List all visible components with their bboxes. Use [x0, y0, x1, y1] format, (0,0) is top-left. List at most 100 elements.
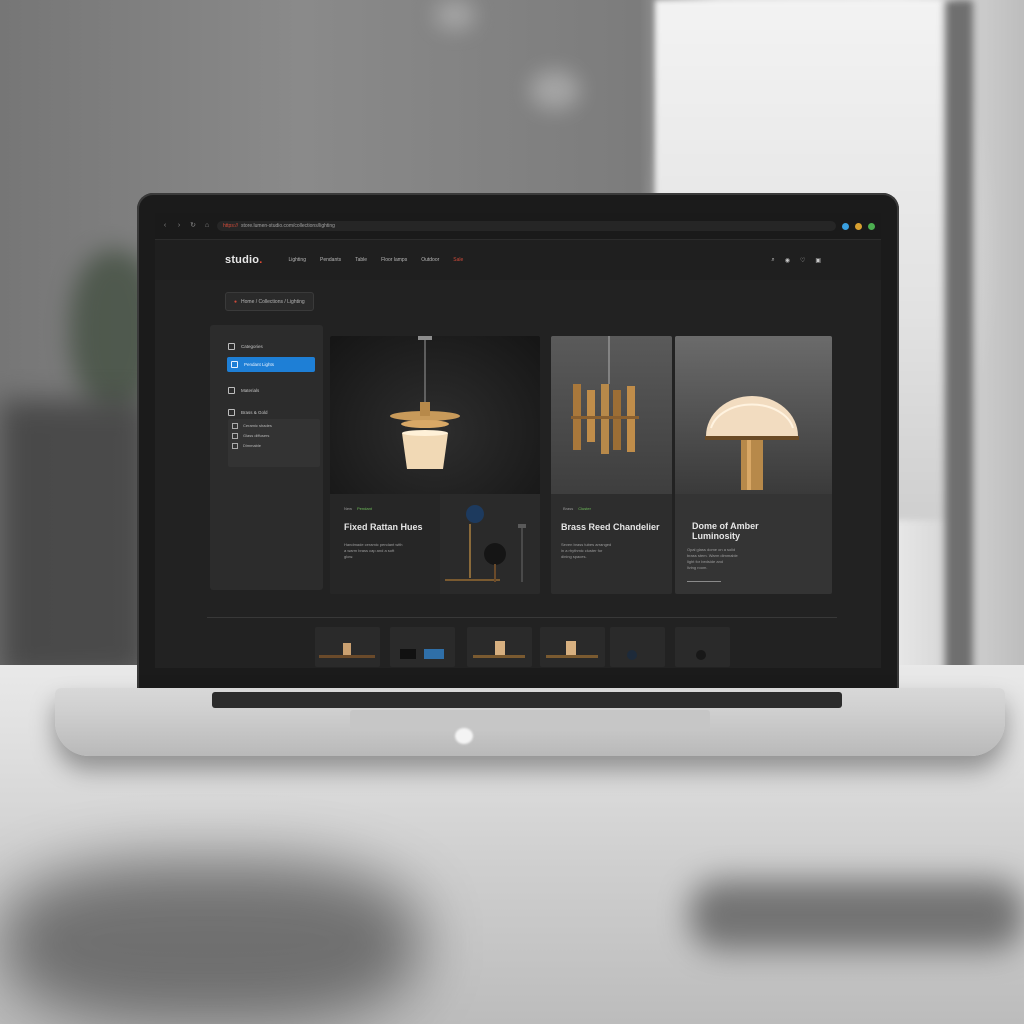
tag-label: New [344, 506, 353, 511]
card-title[interactable]: Fixed Rattan Hues [344, 522, 444, 532]
header-actions: ⌕ ◉ ♡ ▣ [771, 257, 821, 264]
card-text-line: dining spaces. [561, 554, 587, 559]
window-frame-post [945, 0, 973, 680]
breadcrumb-text: Home / Collections / Lighting [241, 298, 305, 305]
thumbnail-card[interactable] [467, 627, 532, 667]
blurred-ceiling-light [530, 70, 580, 110]
heart-icon[interactable]: ♡ [800, 257, 805, 264]
card-text-line: living room. [687, 565, 708, 570]
nav-item-floor[interactable]: Floor lamps [381, 257, 407, 263]
thumbnail-card[interactable] [390, 627, 455, 667]
sidebar-item-pendant-lights[interactable]: Pendant Lights [227, 357, 315, 372]
tag-label: Pendant [357, 506, 372, 511]
lamp-thumbnail [473, 641, 525, 658]
desk-shadow [0, 860, 420, 1024]
thumbnail-card[interactable] [610, 627, 665, 667]
breadcrumb-icon: ● [234, 298, 238, 305]
lamp-thumbnail [696, 650, 706, 660]
product-card-pendant[interactable]: New Pendant Fixed Rattan Hues Handmade c… [330, 336, 540, 594]
search-icon[interactable]: ⌕ [771, 257, 774, 264]
logo-dot: . [259, 254, 263, 266]
checkbox-icon[interactable] [232, 443, 238, 449]
sub-item-label: Glass diffusers [243, 433, 270, 438]
nav-item-sale[interactable]: Sale [453, 257, 463, 263]
bookmark-icon[interactable] [855, 222, 862, 230]
sidebar-sub-item[interactable]: Dimmable [232, 443, 261, 449]
read-more-underline [687, 581, 721, 582]
dome-lamp-illustration [705, 396, 799, 490]
nav-item-lighting[interactable]: Lighting [288, 257, 306, 263]
lamp-thumbnail [319, 643, 375, 658]
nav-item-outdoor[interactable]: Outdoor [421, 257, 439, 263]
card-tags: New Pendant [344, 506, 372, 511]
nav-item-pendants[interactable]: Pendants [320, 257, 341, 263]
blurred-ceiling-light-2 [435, 0, 475, 30]
home-icon[interactable]: ⌂ [203, 222, 211, 230]
pendant-lamp-illustration [390, 336, 460, 469]
checkbox-icon[interactable] [232, 423, 238, 429]
tag-label: Cluster [578, 506, 591, 511]
site-header: studio. Lighting Pendants Table Floor la… [155, 240, 881, 280]
section-divider [207, 617, 837, 618]
product-card-dome-lamp[interactable]: Dome of Amber Luminosity Opal glass dome… [675, 336, 832, 594]
laptop-keyboard [212, 692, 842, 708]
nav-item-table[interactable]: Table [355, 257, 367, 263]
sidebar-item-label: Brass & Gold [241, 410, 268, 415]
sub-item-label: Ceramic shades [243, 423, 272, 428]
layers-icon [228, 387, 235, 394]
url-text: store.lumen-studio.com/collections/light… [241, 223, 335, 229]
pendant-icon [231, 361, 238, 368]
main-nav: Lighting Pendants Table Floor lamps Outd… [288, 257, 463, 263]
lamp-thumbnail [546, 641, 598, 658]
sidebar-item-label: Categories [241, 344, 263, 349]
back-icon[interactable]: ‹ [161, 222, 169, 230]
product-card-chandelier[interactable]: Brass Cluster Brass Reed Chandelier Seve… [551, 336, 672, 594]
product-image [330, 336, 540, 494]
sidebar-item-brass[interactable]: Brass & Gold [228, 409, 268, 416]
card-description: Opal glass dome on a solid brass stem. W… [687, 547, 827, 571]
sidebar-sub-item[interactable]: Ceramic shades [232, 423, 272, 429]
sidebar-item-materials[interactable]: Materials [228, 387, 259, 394]
user-icon[interactable]: ◉ [785, 257, 790, 264]
sidebar-sub-item[interactable]: Glass diffusers [232, 433, 269, 439]
card-title[interactable]: Brass Reed Chandelier [561, 522, 666, 532]
browser-toolbar: ‹ › ↻ ⌂ https:// store.lumen-studio.com/… [155, 213, 881, 240]
card-tags: Brass Cluster [563, 506, 591, 511]
folder-icon [228, 343, 235, 350]
url-scheme: https:// [223, 223, 239, 229]
blurred-desk-object [690, 880, 1024, 950]
laptop-screen: ‹ › ↻ ⌂ https:// store.lumen-studio.com/… [155, 213, 881, 668]
breadcrumb[interactable]: ● Home / Collections / Lighting [225, 292, 314, 311]
extension-icon[interactable] [842, 222, 849, 230]
laptop-trackpad [350, 710, 710, 728]
cart-icon[interactable]: ▣ [815, 257, 821, 264]
card-text-line: glow. [344, 554, 354, 559]
blurred-shelf [0, 400, 150, 680]
forward-icon[interactable]: › [175, 222, 183, 230]
checkbox-icon[interactable] [232, 433, 238, 439]
tag-label: Brass [563, 506, 574, 511]
sidebar-item-label: Materials [241, 388, 260, 393]
thumbnail-card[interactable] [540, 627, 605, 667]
card-description: Seven brass tubes arranged in a rhythmic… [561, 542, 661, 560]
brass-chandelier-illustration [571, 336, 639, 454]
checkbox-icon[interactable] [228, 409, 235, 416]
lamp-thumbnail [400, 649, 444, 659]
product-image [675, 336, 832, 494]
product-image [551, 336, 672, 494]
sidebar-sub-list: Ceramic shades Glass diffusers Dimmable [228, 419, 320, 467]
card-description: Handmade ceramic pendant with a warm bra… [344, 542, 439, 560]
sidebar-item-categories[interactable]: Categories [228, 343, 263, 350]
profile-icon[interactable] [868, 222, 875, 230]
laptop-status-light [455, 728, 473, 744]
logo-text: studio [225, 254, 260, 266]
filter-sidebar: Categories Pendant Lights Materials Bras… [210, 325, 323, 590]
card-title[interactable]: Dome of Amber Luminosity [692, 521, 772, 541]
thumbnail-card[interactable] [675, 627, 730, 667]
thumbnail-card[interactable] [315, 627, 380, 667]
address-bar[interactable]: https:// store.lumen-studio.com/collecti… [217, 221, 836, 231]
site-logo[interactable]: studio. [225, 254, 262, 266]
lamp-thumbnail [627, 650, 637, 660]
reload-icon[interactable]: ↻ [189, 222, 197, 230]
sub-item-label: Dimmable [243, 443, 262, 448]
